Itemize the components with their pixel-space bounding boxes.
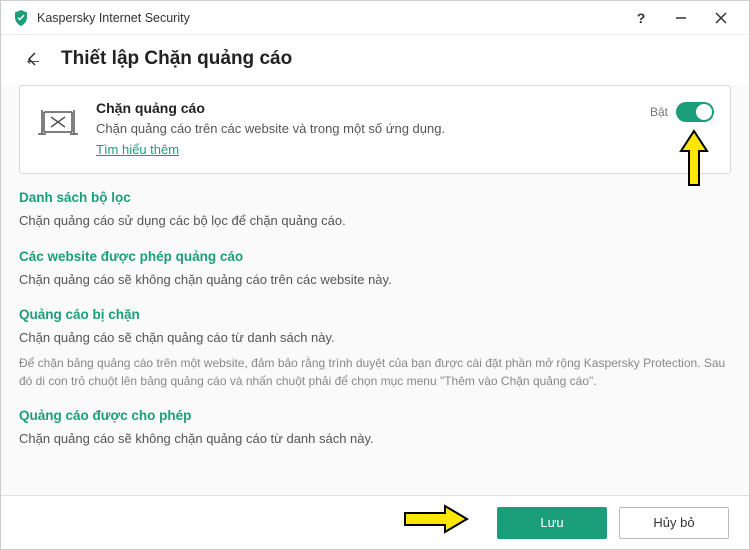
ad-block-icon: [36, 100, 80, 144]
help-button[interactable]: ?: [621, 3, 661, 33]
close-button[interactable]: [701, 3, 741, 33]
section-allowed-sites: Các website được phép quảng cáo Chặn quả…: [19, 249, 731, 290]
app-title: Kaspersky Internet Security: [37, 11, 621, 25]
page-header: ← Thiết lập Chặn quảng cáo: [1, 35, 749, 85]
save-button[interactable]: Lưu: [497, 507, 607, 539]
minimize-button[interactable]: [661, 3, 701, 33]
section-desc: Chặn quảng cáo sẽ không chặn quảng cáo t…: [19, 429, 731, 449]
toggle-state-label: Bật: [650, 105, 668, 119]
cancel-button[interactable]: Hủy bỏ: [619, 507, 729, 539]
back-button[interactable]: ←: [21, 47, 45, 71]
feature-card: Chặn quảng cáo Chặn quảng cáo trên các w…: [19, 85, 731, 174]
section-desc: Chặn quảng cáo sẽ chặn quảng cáo từ danh…: [19, 328, 731, 348]
card-title: Chặn quảng cáo: [96, 100, 634, 116]
section-allowed-ads: Quảng cáo được cho phép Chặn quảng cáo s…: [19, 408, 731, 449]
section-title-allowed-sites[interactable]: Các website được phép quảng cáo: [19, 249, 731, 264]
titlebar: Kaspersky Internet Security ?: [1, 1, 749, 35]
app-logo-icon: [13, 10, 29, 26]
feature-toggle[interactable]: [676, 102, 714, 122]
card-description: Chặn quảng cáo trên các website và trong…: [96, 120, 634, 138]
section-note: Để chặn bảng quảng cáo trên một website,…: [19, 354, 731, 390]
section-desc: Chặn quảng cáo sử dụng các bộ lọc để chặ…: [19, 211, 731, 231]
section-filter-list: Danh sách bộ lọc Chặn quảng cáo sử dụng …: [19, 190, 731, 231]
section-blocked-ads: Quảng cáo bị chặn Chặn quảng cáo sẽ chặn…: [19, 307, 731, 390]
content-area: Chặn quảng cáo Chặn quảng cáo trên các w…: [1, 85, 749, 495]
footer: Lưu Hủy bỏ: [1, 495, 749, 549]
section-desc: Chặn quảng cáo sẽ không chặn quảng cáo t…: [19, 270, 731, 290]
page-title: Thiết lập Chặn quảng cáo: [61, 48, 292, 70]
section-title-blocked-ads[interactable]: Quảng cáo bị chặn: [19, 307, 731, 322]
learn-more-link[interactable]: Tìm hiểu thêm: [96, 142, 179, 157]
section-title-filter-list[interactable]: Danh sách bộ lọc: [19, 190, 731, 205]
toggle-knob: [696, 104, 712, 120]
section-title-allowed-ads[interactable]: Quảng cáo được cho phép: [19, 408, 731, 423]
